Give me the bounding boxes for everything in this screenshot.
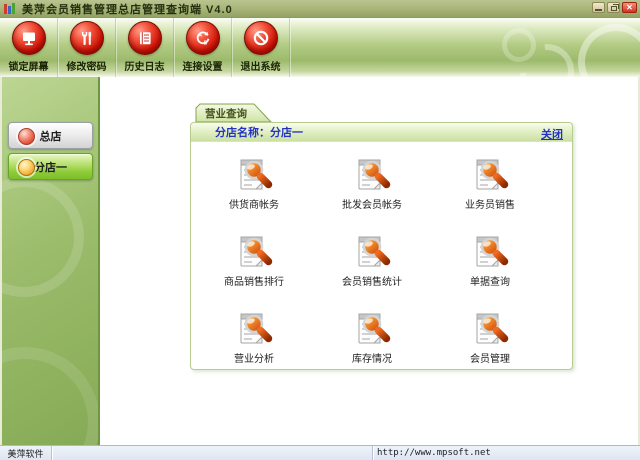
grid-item-supplier-accounts[interactable]: 供货商帐务 [195,158,313,235]
toolbar-button-history-log[interactable]: 历史日志 [116,18,174,77]
sync-arrows-icon [186,21,220,55]
panel-title: 分店名称：分店一 [215,124,303,140]
grid-item-label: 会员管理 [470,350,510,365]
grid-item-label: 营业分析 [234,350,274,365]
decorative-ring-icon [2,177,84,297]
toolbar-button-connection-settings[interactable]: 连接设置 [174,18,232,77]
close-button[interactable]: ✕ [622,2,637,13]
toolbar-button-label: 锁定屏幕 [9,58,49,73]
content-area: 总店 分店一 营业查询 分店名称：分店一 关闭 供货商帐务 [0,77,640,445]
statusbar-company: 美萍软件 [0,446,52,460]
tools-icon [70,21,104,55]
company-label: 美萍软件 [7,447,43,460]
toolbar-button-label: 连接设置 [183,58,223,73]
sidebar-item-label: 总店 [40,128,62,144]
app-logo-icon [4,3,16,15]
grid-item-label: 商品销售排行 [224,273,284,288]
grid-item-label: 会员销售统计 [342,273,402,288]
document-magnifier-icon [352,235,392,273]
grid-item-member-sales-stats[interactable]: 会员销售统计 [313,235,431,312]
document-magnifier-icon [234,158,274,196]
grid-item-member-management[interactable]: 会员管理 [431,312,549,370]
window-border [0,77,2,445]
decorative-ring-icon [2,347,100,445]
grid-item-label: 业务员销售 [465,196,515,211]
minimize-icon [595,9,602,11]
grid-item-receipt-query[interactable]: 单据查询 [431,235,549,312]
document-magnifier-icon [470,158,510,196]
branch-query-panel: 分店名称：分店一 关闭 供货商帐务 批发会员帐务 业务员销售 [190,122,573,370]
statusbar-url: http://www.mpsoft.net [373,446,640,460]
toolbar-button-change-password[interactable]: 修改密码 [58,18,116,77]
toolbar: 锁定屏幕 修改密码 历史日志 连接设置 退出系统 [0,18,640,77]
restore-icon [611,6,617,11]
store-sidebar: 总店 分店一 [2,77,100,445]
document-magnifier-icon [352,312,392,350]
url-text: http://www.mpsoft.net [377,448,491,458]
title-bar: 美萍会员销售管理总店管理查询端 V4.0 ✕ [0,0,640,18]
monitor-icon [12,21,46,55]
toolbar-button-label: 退出系统 [241,58,281,73]
document-magnifier-icon [352,158,392,196]
grid-item-label: 库存情况 [352,350,392,365]
logbook-icon [128,21,162,55]
restore-button[interactable] [607,2,620,13]
grid-item-label: 单据查询 [470,273,510,288]
minimize-button[interactable] [592,2,605,13]
no-entry-icon [244,21,278,55]
toolbar-button-label: 修改密码 [67,58,107,73]
panel-header: 分店名称：分店一 关闭 [191,123,572,142]
tab-business-query[interactable]: 营业查询 [195,103,273,123]
grid-item-business-analysis[interactable]: 营业分析 [195,312,313,370]
toolbar-items: 锁定屏幕 修改密码 历史日志 连接设置 退出系统 [0,18,640,77]
toolbar-button-lock-screen[interactable]: 锁定屏幕 [0,18,58,77]
orange-ball-icon [18,159,35,176]
status-bar: 美萍软件 http://www.mpsoft.net [0,445,640,460]
document-magnifier-icon [470,312,510,350]
statusbar-spacer [52,446,373,460]
sidebar-item-branch-one[interactable]: 分店一 [8,153,93,180]
tab-label: 营业查询 [195,106,257,121]
document-magnifier-icon [470,235,510,273]
grid-item-inventory-status[interactable]: 库存情况 [313,312,431,370]
toolbar-button-label: 历史日志 [125,58,165,73]
grid-item-salesman-sales[interactable]: 业务员销售 [431,158,549,235]
close-icon: ✕ [626,3,633,12]
window-controls: ✕ [592,2,637,13]
grid-item-wholesale-member-accounts[interactable]: 批发会员帐务 [313,158,431,235]
window-title: 美萍会员销售管理总店管理查询端 V4.0 [22,1,233,17]
sidebar-item-label: 分店一 [34,159,67,175]
document-magnifier-icon [234,235,274,273]
document-magnifier-icon [234,312,274,350]
app-window: 美萍会员销售管理总店管理查询端 V4.0 ✕ 锁定屏幕 修改密码 历史日志 [0,0,640,460]
close-panel-link[interactable]: 关闭 [541,126,563,142]
red-ball-icon [18,128,35,145]
grid-item-label: 批发会员帐务 [342,196,402,211]
toolbar-button-exit-system[interactable]: 退出系统 [232,18,290,77]
grid-item-product-sales-ranking[interactable]: 商品销售排行 [195,235,313,312]
grid-item-label: 供货商帐务 [229,196,279,211]
sidebar-item-head-store[interactable]: 总店 [8,122,93,149]
report-icon-grid: 供货商帐务 批发会员帐务 业务员销售 商品销售排行 会员销售统计 [191,142,572,370]
